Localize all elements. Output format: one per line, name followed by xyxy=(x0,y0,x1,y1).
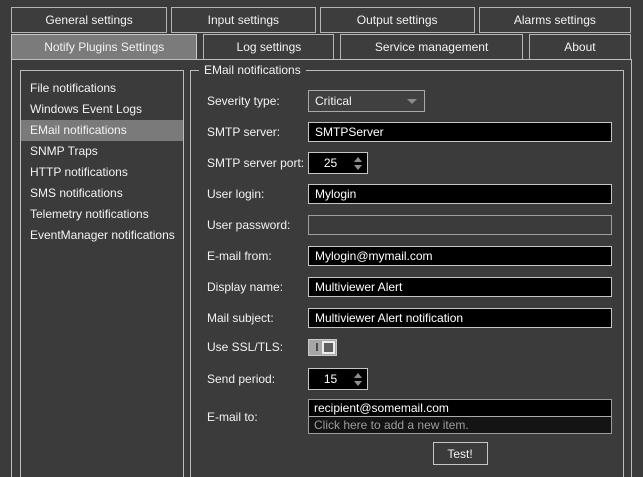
tab-label: About xyxy=(564,40,596,54)
smtp-server-row: SMTP server: xyxy=(207,121,612,143)
tab-general-settings[interactable]: General settings xyxy=(11,7,168,33)
mail-subject-row: Mail subject: xyxy=(207,307,612,329)
toggle-indicator-bar xyxy=(316,343,318,351)
user-login-row: User login: xyxy=(207,183,612,205)
tab-label: Input settings xyxy=(207,13,280,27)
severity-row: Severity type: Critical xyxy=(207,90,612,112)
tab-about[interactable]: About xyxy=(528,34,632,60)
email-to-label: E-mail to: xyxy=(207,409,258,424)
spin-down-icon[interactable] xyxy=(354,164,362,170)
email-to-row: E-mail to: recipient@somemail.com Click … xyxy=(207,398,612,435)
sidebar-item-file-notifications[interactable]: File notifications xyxy=(21,78,183,99)
send-period-value: 15 xyxy=(323,372,338,386)
user-password-row: User password: xyxy=(207,214,612,236)
user-password-label: User password: xyxy=(207,218,291,232)
smtp-port-label: SMTP server port: xyxy=(207,156,305,170)
ssl-toggle[interactable] xyxy=(308,338,337,356)
mail-subject-input[interactable] xyxy=(308,308,612,328)
tab-service-management[interactable]: Service management xyxy=(340,34,523,60)
user-login-input[interactable] xyxy=(308,184,612,204)
user-password-input[interactable] xyxy=(308,215,612,235)
display-name-input[interactable] xyxy=(308,277,612,297)
notify-plugins-settings-window: General settings Input settings Output s… xyxy=(0,0,643,477)
send-period-label: Send period: xyxy=(207,372,276,386)
email-to-list: recipient@somemail.com Click here to add… xyxy=(308,399,612,434)
tab-label: Alarms settings xyxy=(513,13,596,27)
severity-value: Critical xyxy=(315,94,352,108)
email-from-label: E-mail from: xyxy=(207,249,272,263)
display-name-label: Display name: xyxy=(207,280,284,294)
tab-label: Output settings xyxy=(356,13,438,27)
sidebar-item-http-notifications[interactable]: HTTP notifications xyxy=(21,162,183,183)
use-ssl-row: Use SSL/TLS: xyxy=(207,338,612,356)
sidebar-item-sms-notifications[interactable]: SMS notifications xyxy=(21,183,183,204)
send-period-stepper[interactable]: 15 xyxy=(308,368,368,390)
user-login-label: User login: xyxy=(207,187,265,201)
mail-subject-label: Mail subject: xyxy=(207,311,274,325)
sidebar-item-windows-event-logs[interactable]: Windows Event Logs xyxy=(21,99,183,120)
plugin-listbox: File notifications Windows Event Logs EM… xyxy=(20,70,184,477)
tab-input-settings[interactable]: Input settings xyxy=(171,7,316,33)
tab-strip-row2: Notify Plugins Settings Log settings Ser… xyxy=(11,34,632,60)
tab-page-panel: File notifications Windows Event Logs EM… xyxy=(11,59,632,477)
spin-up-icon[interactable] xyxy=(354,156,362,162)
toggle-knob xyxy=(322,340,335,354)
sidebar-item-email-notifications[interactable]: EMail notifications xyxy=(21,120,183,141)
spin-down-icon[interactable] xyxy=(354,380,362,386)
tab-strip-row1: General settings Input settings Output s… xyxy=(11,7,632,33)
sidebar-item-eventmanager-notifications[interactable]: EventManager notifications xyxy=(21,225,183,246)
tab-output-settings[interactable]: Output settings xyxy=(319,7,475,33)
sidebar-item-telemetry-notifications[interactable]: Telemetry notifications xyxy=(21,204,183,225)
spin-up-icon[interactable] xyxy=(354,372,362,378)
smtp-port-stepper[interactable]: 25 xyxy=(308,152,368,174)
chevron-down-icon xyxy=(407,98,417,104)
send-period-arrows xyxy=(352,372,367,386)
tab-label: Log settings xyxy=(236,40,302,54)
sidebar-item-snmp-traps[interactable]: SNMP Traps xyxy=(21,141,183,162)
email-from-input[interactable] xyxy=(308,246,612,266)
groupbox-title: EMail notifications xyxy=(199,63,306,78)
tab-label: General settings xyxy=(45,13,133,27)
tab-notify-plugins-settings[interactable]: Notify Plugins Settings xyxy=(11,34,198,60)
tab-label: Notify Plugins Settings xyxy=(44,40,165,54)
smtp-port-value: 25 xyxy=(323,156,338,170)
email-from-row: E-mail from: xyxy=(207,245,612,267)
use-ssl-label: Use SSL/TLS: xyxy=(207,340,284,354)
smtp-port-row: SMTP server port: 25 xyxy=(207,152,612,174)
test-button[interactable]: Test! xyxy=(432,442,488,465)
tab-log-settings[interactable]: Log settings xyxy=(203,34,335,60)
send-period-row: Send period: 15 xyxy=(207,368,612,390)
smtp-server-label: SMTP server: xyxy=(207,125,281,139)
tab-label: Service management xyxy=(374,40,489,54)
smtp-port-arrows xyxy=(352,156,367,170)
email-to-recipient[interactable]: recipient@somemail.com xyxy=(309,400,611,417)
test-button-row: Test! xyxy=(207,442,612,465)
email-notifications-groupbox: EMail notifications Severity type: Criti… xyxy=(190,63,624,477)
severity-dropdown[interactable]: Critical xyxy=(308,90,425,112)
severity-label: Severity type: xyxy=(207,94,280,108)
tab-alarms-settings[interactable]: Alarms settings xyxy=(478,7,632,33)
smtp-server-input[interactable] xyxy=(308,122,612,142)
display-name-row: Display name: xyxy=(207,276,612,298)
email-to-add-new-item[interactable]: Click here to add a new item. xyxy=(309,417,611,433)
